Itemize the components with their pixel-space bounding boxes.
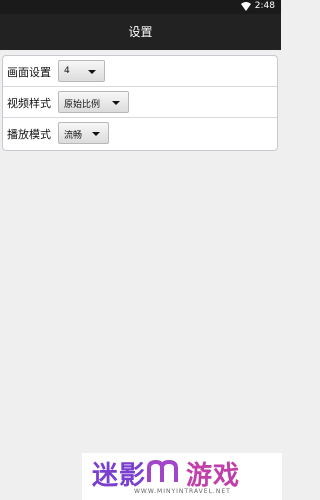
chevron-down-icon bbox=[92, 132, 100, 136]
display-setting-select[interactable]: 4 bbox=[58, 60, 105, 82]
setting-row-display: 画面设置 4 bbox=[3, 56, 277, 87]
watermark-url: WWW.MINYINTRAVEL.NET bbox=[134, 488, 231, 495]
video-style-select[interactable]: 原始比例 bbox=[58, 91, 129, 113]
page-title: 设置 bbox=[0, 14, 281, 50]
setting-label-play-mode: 播放模式 bbox=[7, 128, 51, 141]
video-style-value: 原始比例 bbox=[64, 100, 101, 110]
watermark-logo: 迷影 游戏 WWW.MINYINTRAVEL.NET bbox=[82, 453, 282, 500]
display-setting-value: 4 bbox=[64, 66, 70, 76]
settings-panel: 画面设置 4 视频样式 原始比例 播放模式 流畅 bbox=[2, 55, 278, 151]
setting-label-video-style: 视频样式 bbox=[7, 97, 51, 110]
play-mode-value: 流畅 bbox=[64, 131, 83, 141]
play-mode-select[interactable]: 流畅 bbox=[58, 122, 109, 144]
watermark-title: 迷影 游戏 bbox=[92, 455, 240, 492]
status-time: 2:48 bbox=[254, 1, 275, 11]
watermark-text-1: 迷影 bbox=[92, 461, 147, 491]
wifi-icon bbox=[241, 2, 251, 14]
status-bar: 2:48 bbox=[0, 0, 281, 14]
setting-label-display: 画面设置 bbox=[7, 66, 51, 79]
chevron-down-icon bbox=[112, 101, 120, 105]
m-logo-icon bbox=[146, 459, 186, 491]
chevron-down-icon bbox=[88, 70, 96, 74]
watermark-text-2: 游戏 bbox=[186, 461, 241, 491]
setting-row-video-style: 视频样式 原始比例 bbox=[3, 87, 277, 118]
setting-row-play-mode: 播放模式 流畅 bbox=[3, 118, 277, 149]
